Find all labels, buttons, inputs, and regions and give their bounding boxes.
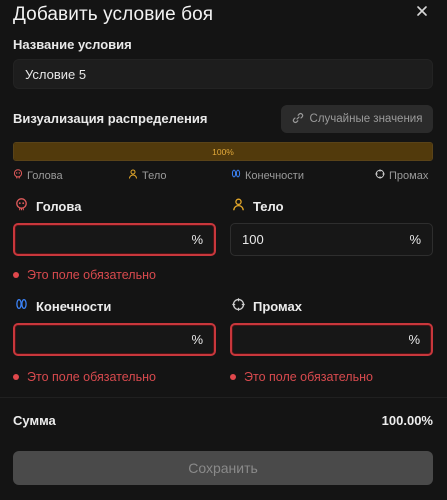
- legend-item-head: Голова: [13, 169, 63, 182]
- limbs-error: Это поле обязательно: [13, 370, 156, 384]
- limbs-field-label: Конечности: [15, 298, 111, 314]
- legend-item-body: Тело: [128, 169, 167, 182]
- skull-icon: [15, 198, 28, 214]
- name-label: Название условия: [13, 37, 132, 52]
- random-values-button[interactable]: Случайные значения: [281, 105, 433, 133]
- legend-item-limbs: Конечности: [231, 169, 304, 182]
- legend-label: Тело: [142, 169, 167, 182]
- head-field-label: Голова: [15, 198, 81, 214]
- miss-label-text: Промах: [253, 298, 302, 314]
- distribution-bar-label: 100%: [212, 146, 234, 157]
- limbs-unit: %: [191, 332, 203, 347]
- footprints-icon: [15, 298, 28, 314]
- skull-icon: [13, 169, 23, 182]
- miss-error-text: Это поле обязательно: [244, 370, 373, 384]
- distribution-bar: 100%: [13, 142, 433, 161]
- legend-label: Промах: [389, 169, 429, 182]
- error-dot-icon: [13, 374, 19, 380]
- distribution-label: Визуализация распределения: [13, 111, 208, 126]
- miss-error: Это поле обязательно: [230, 370, 373, 384]
- save-button[interactable]: Сохранить: [13, 451, 433, 485]
- head-label-text: Голова: [36, 198, 82, 214]
- legend-item-miss: Промах: [375, 169, 428, 182]
- close-icon[interactable]: [414, 3, 432, 21]
- save-button-label: Сохранить: [188, 460, 258, 476]
- body-percent-input[interactable]: 100 %: [230, 223, 433, 256]
- head-error-text: Это поле обязательно: [27, 268, 156, 282]
- limbs-error-text: Это поле обязательно: [27, 370, 156, 384]
- link-icon: [292, 112, 304, 127]
- footprints-icon: [231, 169, 241, 182]
- divider: [0, 397, 447, 398]
- crosshair-icon: [232, 298, 245, 314]
- miss-percent-input[interactable]: %: [230, 323, 433, 356]
- miss-field-label: Промах: [232, 298, 302, 314]
- name-value: Условие 5: [25, 66, 87, 82]
- head-percent-input[interactable]: %: [13, 223, 216, 256]
- random-values-label: Случайные значения: [309, 113, 423, 125]
- body-unit: %: [409, 232, 421, 247]
- miss-unit: %: [408, 332, 420, 347]
- crosshair-icon: [375, 169, 385, 182]
- legend-label: Конечности: [245, 169, 304, 182]
- person-icon: [128, 169, 138, 182]
- legend-label: Голова: [27, 169, 63, 182]
- head-error: Это поле обязательно: [13, 268, 156, 282]
- dialog-title: Добавить условие боя: [13, 4, 214, 25]
- body-label-text: Тело: [253, 198, 284, 214]
- error-dot-icon: [230, 374, 236, 380]
- name-input[interactable]: Условие 5: [13, 59, 433, 89]
- body-value: 100: [242, 232, 264, 247]
- limbs-label-text: Конечности: [36, 298, 112, 314]
- error-dot-icon: [13, 272, 19, 278]
- head-unit: %: [191, 232, 203, 247]
- body-field-label: Тело: [232, 198, 284, 214]
- sum-label: Сумма: [13, 413, 56, 428]
- limbs-percent-input[interactable]: %: [13, 323, 216, 356]
- person-icon: [232, 198, 245, 214]
- sum-value: 100.00%: [381, 413, 433, 428]
